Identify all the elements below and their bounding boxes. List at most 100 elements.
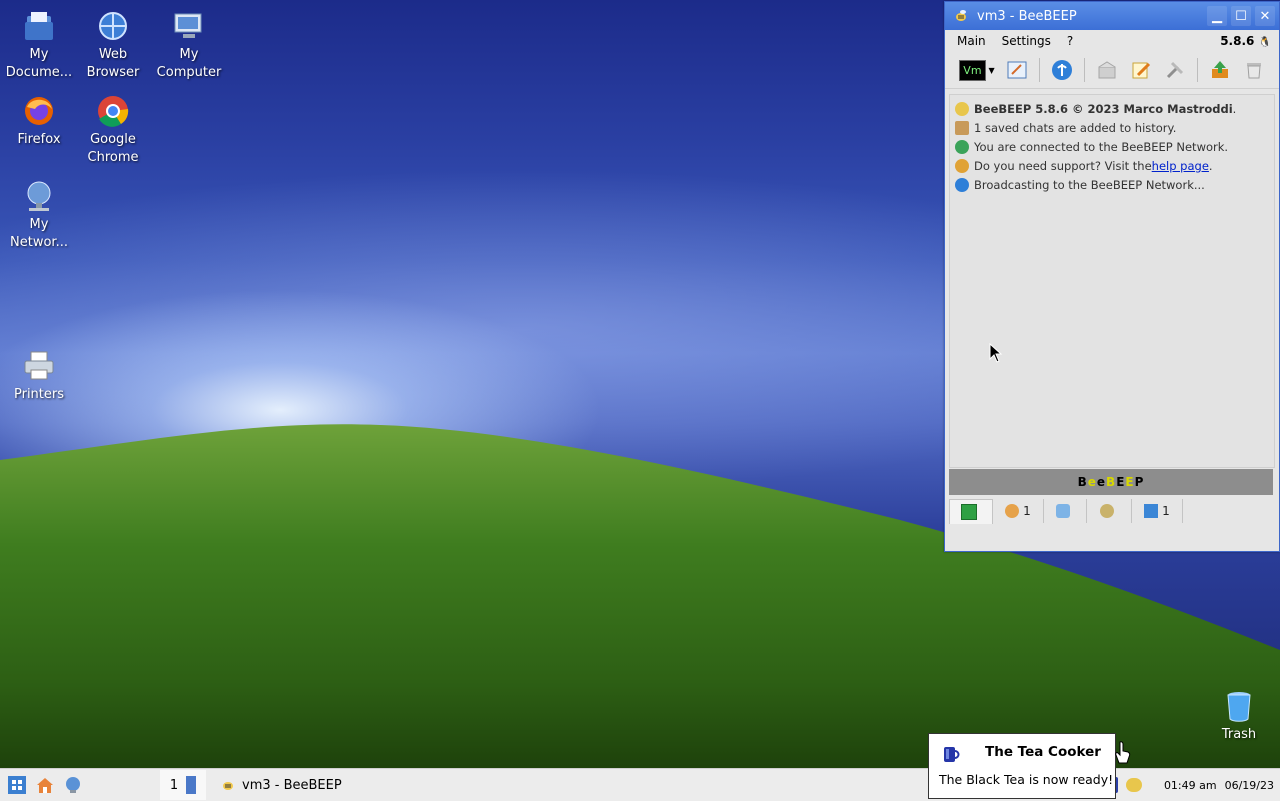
window-titlebar[interactable]: vm3 - BeeBEEP ▁ ☐ ✕ bbox=[945, 2, 1279, 30]
edit-profile-button[interactable] bbox=[1005, 58, 1029, 82]
tab-chats[interactable] bbox=[1044, 499, 1087, 523]
desktop-icon-my-network[interactable]: My Networ... bbox=[0, 178, 78, 252]
system-tray: 01:49 am 06/19/23 bbox=[1103, 777, 1274, 793]
chat-log[interactable]: BeeBEEP 5.8.6 © 2023 Marco Mastroddi. 1 … bbox=[949, 94, 1275, 468]
beebeep-logo-icon bbox=[955, 101, 969, 116]
files-tab-icon bbox=[1144, 504, 1159, 518]
log-line: Do you need support? Visit the help page… bbox=[950, 156, 1274, 175]
send-file-button[interactable] bbox=[1095, 58, 1119, 82]
network-button[interactable] bbox=[1050, 58, 1074, 82]
workspace-pager[interactable]: 1 bbox=[160, 770, 206, 800]
mouse-cursor-icon bbox=[989, 343, 1003, 363]
menu-bar: Main Settings ? 5.8.6 🐧 bbox=[945, 30, 1279, 52]
log-text-period: . bbox=[1232, 101, 1237, 116]
desktop-icon-printers[interactable]: Printers bbox=[0, 348, 78, 404]
tab-home[interactable] bbox=[949, 499, 993, 524]
desktop-icon-label: Trash bbox=[1221, 727, 1257, 742]
send-file-icon bbox=[1098, 61, 1116, 79]
desktop-icon-trash[interactable]: Trash bbox=[1200, 688, 1278, 744]
minimize-button[interactable]: ▁ bbox=[1207, 6, 1227, 26]
workspace-number: 1 bbox=[169, 777, 179, 793]
close-icon: ✕ bbox=[1259, 8, 1271, 24]
desktop-icon-web-browser[interactable]: Web Browser bbox=[74, 8, 152, 82]
tea-mug-icon bbox=[944, 747, 960, 762]
desktop-icon-label: My Networ... bbox=[10, 217, 68, 250]
log-text-connected: You are connected to the BeeBEEP Network… bbox=[974, 139, 1229, 154]
main-toolbar: Vm ▼ bbox=[945, 52, 1279, 89]
trash-icon bbox=[1227, 692, 1251, 722]
log-text-copyright: BeeBEEP 5.8.6 © 2023 Marco Mastroddi bbox=[974, 101, 1233, 116]
tools-button[interactable] bbox=[1163, 58, 1187, 82]
menu-grid-icon bbox=[8, 776, 26, 794]
tab-users[interactable]: 1 bbox=[993, 499, 1044, 523]
groups-tab-icon bbox=[1100, 504, 1114, 518]
beebeep-tray-icon[interactable] bbox=[1125, 778, 1142, 792]
edit-profile-icon bbox=[1007, 61, 1027, 79]
documents-folder-icon bbox=[25, 12, 53, 40]
maximize-icon: ☐ bbox=[1235, 8, 1247, 24]
network-button[interactable] bbox=[62, 774, 84, 796]
taskbar-item-title: vm3 - BeeBEEP bbox=[242, 777, 342, 793]
update-icon bbox=[1212, 61, 1228, 78]
desktop-icon-label: Firefox bbox=[17, 132, 61, 147]
desktop-icon-label: My Computer bbox=[156, 47, 222, 80]
menu-settings[interactable]: Settings bbox=[994, 34, 1059, 48]
log-line: 1 saved chats are added to history. bbox=[950, 118, 1274, 137]
clear-chat-button[interactable] bbox=[1242, 58, 1266, 82]
desktop-icon-my-computer[interactable]: My Computer bbox=[150, 8, 228, 82]
desktop-icon-label: My Docume... bbox=[5, 47, 73, 80]
toolbar-separator bbox=[1039, 58, 1040, 82]
chrome-icon bbox=[98, 96, 129, 127]
update-button[interactable] bbox=[1208, 58, 1232, 82]
history-icon bbox=[955, 120, 969, 135]
tab-groups[interactable] bbox=[1087, 499, 1132, 523]
status-selector-button[interactable]: Vm ▼ bbox=[959, 58, 995, 82]
chats-tab-icon bbox=[1056, 504, 1070, 518]
network-icon bbox=[27, 181, 51, 211]
desktop-icon-my-documents[interactable]: My Docume... bbox=[0, 8, 78, 82]
desktop-icon-firefox[interactable]: Firefox bbox=[0, 93, 78, 149]
menu-main[interactable]: Main bbox=[949, 34, 994, 48]
home-folder-button[interactable] bbox=[34, 774, 56, 796]
connected-icon bbox=[955, 139, 969, 154]
menu-help[interactable]: ? bbox=[1059, 34, 1081, 48]
close-button[interactable]: ✕ bbox=[1255, 6, 1275, 26]
desktop-icon-google-chrome[interactable]: Google Chrome bbox=[74, 93, 152, 167]
start-menu-button[interactable] bbox=[6, 774, 28, 796]
log-line: BeeBEEP 5.8.6 © 2023 Marco Mastroddi. bbox=[950, 99, 1274, 118]
printer-icon bbox=[24, 351, 54, 380]
broadcast-icon bbox=[955, 177, 969, 192]
users-tab-icon bbox=[1005, 504, 1020, 518]
computer-icon bbox=[174, 13, 202, 38]
notification-title: The Tea Cooker bbox=[985, 744, 1101, 760]
notes-icon bbox=[1132, 62, 1151, 79]
version-label[interactable]: 5.8.6 🐧 bbox=[1220, 34, 1271, 48]
tools-icon bbox=[1166, 61, 1184, 79]
clock-date[interactable]: 06/19/23 bbox=[1225, 779, 1274, 792]
notes-button[interactable] bbox=[1129, 58, 1153, 82]
notification-body: The Black Tea is now ready! bbox=[939, 772, 1114, 787]
chevron-down-icon: ▼ bbox=[988, 65, 995, 75]
name-letter: e bbox=[1096, 475, 1107, 489]
tea-cooker-notification[interactable]: The Tea Cooker The Black Tea is now read… bbox=[928, 733, 1116, 799]
name-letter: P bbox=[1134, 475, 1145, 489]
maximize-button[interactable]: ☐ bbox=[1231, 6, 1251, 26]
log-text-support-end: . bbox=[1208, 158, 1213, 173]
users-count: 1 bbox=[1023, 504, 1031, 518]
tab-files[interactable]: 1 bbox=[1132, 499, 1183, 523]
window-title: vm3 - BeeBEEP bbox=[977, 8, 1077, 24]
pointer-hand-icon bbox=[1115, 741, 1131, 764]
network-icon bbox=[1052, 60, 1072, 80]
linux-icon: 🐧 bbox=[1258, 37, 1271, 48]
desktop-icon-label: Printers bbox=[13, 387, 65, 402]
clock-time[interactable]: 01:49 am bbox=[1164, 779, 1217, 792]
firefox-icon bbox=[25, 97, 53, 125]
toolbar-separator bbox=[1084, 58, 1085, 82]
name-letter: e bbox=[1087, 475, 1097, 489]
help-page-link[interactable]: help page bbox=[1152, 159, 1209, 173]
beebeep-app-icon bbox=[956, 10, 966, 21]
taskbar-item-beebeep[interactable]: vm3 - BeeBEEP bbox=[220, 777, 342, 793]
bottom-tabs: 1 1 bbox=[949, 499, 1273, 525]
beebeep-app-icon bbox=[223, 782, 233, 790]
beebeep-window: vm3 - BeeBEEP ▁ ☐ ✕ Main Settings ? 5.8.… bbox=[944, 1, 1280, 552]
